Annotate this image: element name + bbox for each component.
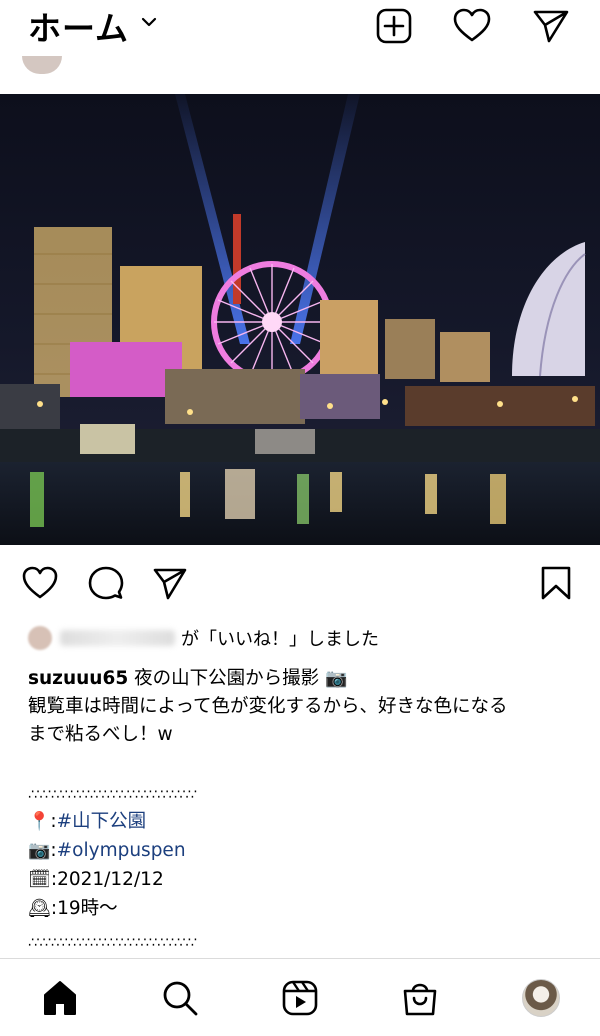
page-title[interactable]: ホーム: [28, 2, 129, 50]
calendar-emoji: 🗓: [28, 869, 51, 890]
caption-date-line: 🗓:2021/12/12: [28, 869, 164, 890]
reels-icon[interactable]: [281, 979, 319, 1017]
home-icon[interactable]: [41, 979, 79, 1017]
shop-icon[interactable]: [401, 979, 439, 1017]
hashtag-yamashita-park[interactable]: #山下公園: [57, 811, 147, 832]
caption-time-line: 🕰:19時〜: [28, 898, 118, 919]
liked-by-text: が「いいね！」しました: [181, 629, 379, 650]
share-icon[interactable]: [152, 565, 188, 601]
liked-by-line[interactable]: が「いいね！」しました: [28, 625, 379, 651]
caption-username[interactable]: suzuuu65: [28, 668, 128, 689]
caption-divider-bottom: ∴∵∴∵∴∵∴∵∴∵∴∵∴∵∴∵∴∵∴∵: [28, 935, 197, 951]
add-post-icon[interactable]: [375, 7, 413, 45]
caption-divider-top: ∴∵∴∵∴∵∴∵∴∵∴∵∴∵∴∵∴∵∴∵: [28, 787, 197, 803]
liker-name-blurred[interactable]: [60, 630, 175, 646]
bottom-nav: [0, 958, 600, 1036]
comment-icon[interactable]: [88, 565, 124, 601]
heart-icon[interactable]: [453, 7, 491, 45]
caption-line-1: suzuuu65 夜の山下公園から撮影 📷: [28, 665, 347, 693]
save-bookmark-icon[interactable]: [538, 565, 574, 601]
post-photo[interactable]: [0, 94, 600, 545]
direct-message-icon[interactable]: [532, 7, 570, 45]
caption-line-3: まで粘るべし！w: [28, 724, 173, 745]
hashtag-olympuspen[interactable]: #olympuspen: [57, 840, 186, 861]
search-icon[interactable]: [161, 979, 199, 1017]
clock-emoji: 🕰: [28, 898, 51, 919]
caption-line-2: 観覧車は時間によって色が変化するから、好きな色になる: [28, 696, 508, 717]
camera-emoji-2: 📷: [28, 840, 51, 861]
post-author-avatar[interactable]: [22, 56, 62, 74]
chevron-down-icon[interactable]: [140, 13, 158, 31]
caption-text: 夜の山下公園から撮影: [128, 668, 320, 689]
caption-camera-line: 📷:#olympuspen: [28, 840, 186, 861]
profile-avatar[interactable]: [522, 979, 560, 1017]
camera-emoji: 📷: [325, 668, 348, 689]
like-icon[interactable]: [22, 565, 58, 601]
caption-location-line: 📍:#山下公園: [28, 811, 147, 832]
top-bar: ホーム: [0, 0, 600, 56]
liker-avatar[interactable]: [28, 626, 52, 650]
pin-emoji: 📍: [28, 811, 51, 832]
